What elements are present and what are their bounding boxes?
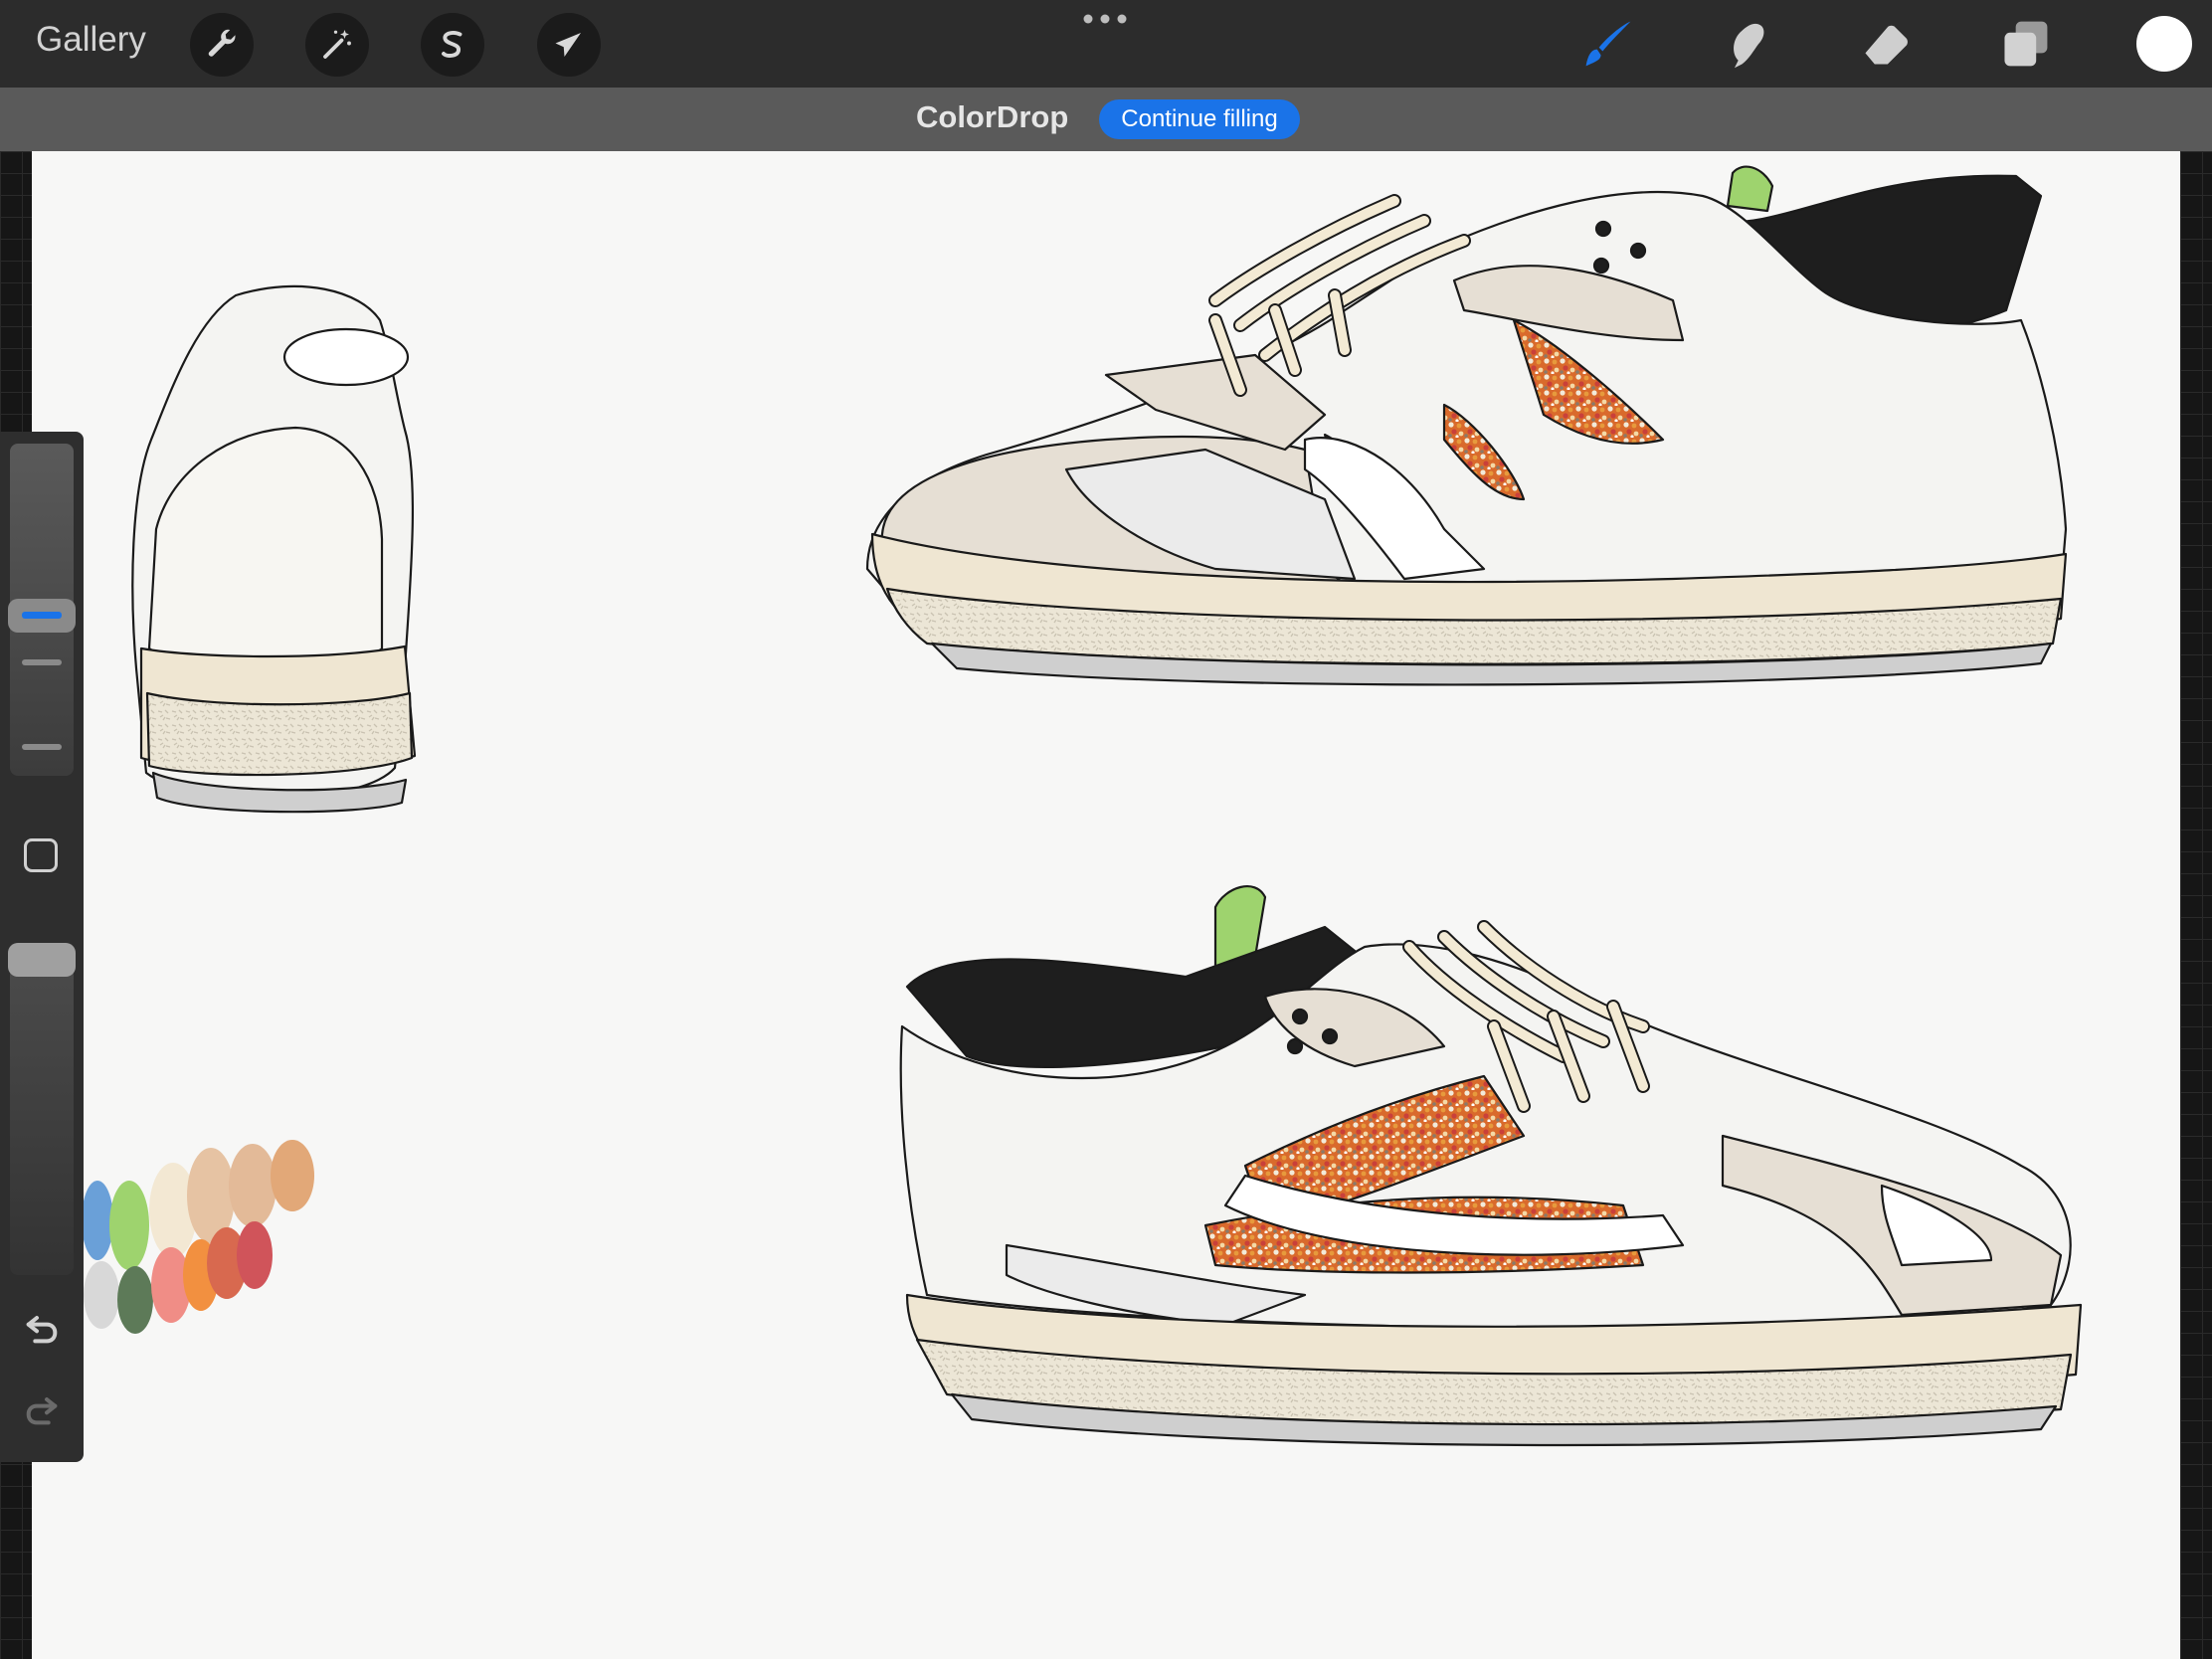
sneaker-artwork — [82, 165, 2083, 1447]
canvas-margin-right — [2180, 151, 2212, 1659]
continue-filling-button[interactable]: Continue filling — [1099, 99, 1300, 139]
brush-opacity-slider[interactable] — [10, 943, 74, 1275]
sneaker-side-view-bottom — [899, 885, 2083, 1447]
colour-swatch — [237, 1221, 273, 1289]
sneaker-side-view-top — [865, 165, 2068, 686]
transform-button[interactable] — [537, 13, 601, 77]
redo-icon[interactable] — [22, 1389, 62, 1429]
brush-opacity-handle[interactable] — [8, 943, 76, 977]
colour-swatch — [117, 1266, 153, 1334]
sneaker-rear-view — [131, 284, 417, 814]
eraser-tool-button[interactable] — [1856, 14, 1916, 74]
colordrop-title: ColorDrop — [916, 99, 1069, 134]
colour-swatches — [82, 1140, 314, 1334]
wrench-icon — [208, 29, 236, 57]
magic-wand-icon — [323, 30, 351, 59]
layers-button[interactable] — [1995, 14, 2055, 74]
actions-button[interactable] — [190, 13, 254, 77]
layers-icon — [2004, 21, 2048, 67]
smudge-icon — [1734, 23, 1764, 69]
adjustments-button[interactable] — [305, 13, 369, 77]
more-dots-icon[interactable] — [1081, 10, 1131, 28]
smudge-tool-button[interactable] — [1718, 14, 1777, 74]
selection-s-icon — [442, 31, 462, 58]
gallery-button[interactable]: Gallery — [36, 20, 146, 60]
color-picker-button[interactable] — [2136, 16, 2192, 72]
brush-tool-button[interactable] — [1578, 14, 1638, 74]
brush-icon — [1585, 21, 1631, 67]
brush-size-handle-indicator — [22, 612, 62, 619]
colour-swatch — [109, 1181, 149, 1270]
drawing-canvas[interactable] — [32, 151, 2180, 1659]
size-slider-tick — [22, 659, 62, 665]
colour-swatch — [82, 1181, 113, 1260]
square-modify-icon[interactable] — [24, 838, 58, 872]
colour-swatch — [229, 1144, 276, 1227]
eraser-icon — [1865, 25, 1908, 65]
colour-swatch — [84, 1261, 119, 1329]
arrow-cursor-icon — [555, 33, 581, 57]
selection-button[interactable] — [421, 13, 484, 77]
size-slider-tick — [22, 744, 62, 750]
undo-icon[interactable] — [22, 1308, 62, 1348]
colour-swatch — [271, 1140, 314, 1211]
